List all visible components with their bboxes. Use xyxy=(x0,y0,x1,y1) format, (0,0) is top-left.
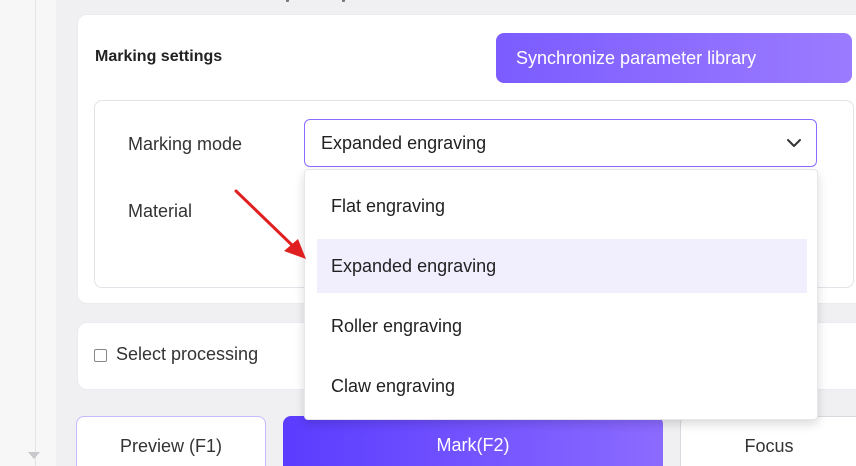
synchronize-parameter-library-button[interactable]: Synchronize parameter library xyxy=(496,33,852,83)
marking-mode-value: Expanded engraving xyxy=(321,133,487,153)
select-processing-checkbox[interactable] xyxy=(94,349,107,362)
material-label: Material xyxy=(128,201,193,221)
marking-mode-label: Marking mode xyxy=(128,134,243,154)
mark-button[interactable]: Mark(F2) xyxy=(283,416,663,466)
focus-button[interactable]: Focus xyxy=(680,416,856,466)
marking-settings-title: Marking settings xyxy=(95,48,223,65)
dropdown-option-roller-engraving[interactable]: Roller engraving xyxy=(317,299,807,353)
preview-button[interactable]: Preview (F1) xyxy=(76,416,266,466)
app-window: Marking settings Synchronize parameter l… xyxy=(0,0,856,466)
dropdown-option-flat-engraving[interactable]: Flat engraving xyxy=(317,179,807,233)
dropdown-option-expanded-engraving[interactable]: Expanded engraving xyxy=(317,239,807,293)
marking-mode-dropdown: Flat engraving Expanded engraving Roller… xyxy=(304,169,818,420)
cropped-top-text xyxy=(280,0,360,6)
left-scroll-rail[interactable] xyxy=(0,0,56,466)
dropdown-option-claw-engraving[interactable]: Claw engraving xyxy=(317,359,807,413)
red-annotation-arrow-icon xyxy=(234,189,306,259)
chevron-down-icon xyxy=(787,139,801,147)
marking-mode-select[interactable]: Expanded engraving xyxy=(304,119,817,167)
select-processing-label: Select processing xyxy=(116,344,259,364)
rail-divider xyxy=(35,0,36,466)
scroll-down-icon[interactable] xyxy=(28,452,40,459)
